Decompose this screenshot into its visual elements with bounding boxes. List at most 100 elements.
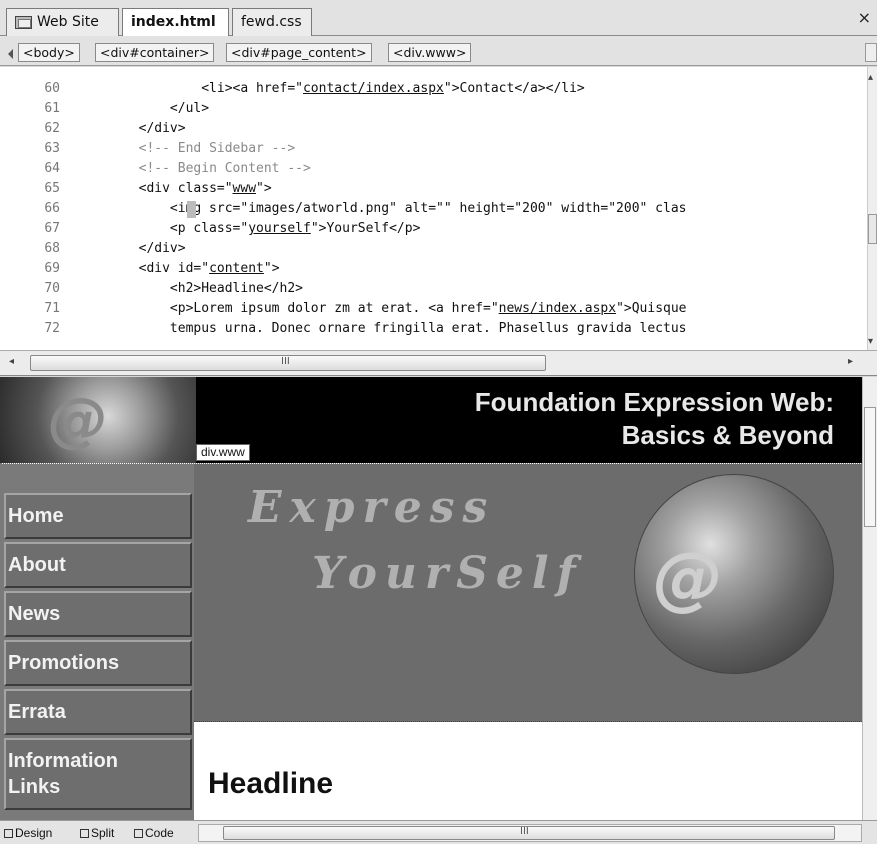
split-view-button[interactable]: Split: [80, 824, 114, 842]
site-title-line2: Basics & Beyond: [621, 420, 834, 450]
line-number: 66: [44, 201, 60, 216]
code-horizontal-scroll-thumb[interactable]: III: [30, 355, 546, 371]
www-banner[interactable]: Express YourSelf @: [194, 464, 862, 722]
code-text: <div id=": [138, 261, 210, 276]
grip-icon: III: [281, 356, 290, 367]
tab-web-site[interactable]: Web Site: [6, 8, 119, 36]
code-line[interactable]: <div class="www">: [76, 179, 272, 199]
code-attribute-value: contact/index.aspx: [302, 81, 444, 96]
atworld-image[interactable]: @: [634, 474, 834, 674]
tab-css-label: fewd.css: [241, 14, 302, 30]
content-headline[interactable]: Headline: [208, 767, 333, 801]
nav-item-news[interactable]: News: [4, 591, 192, 637]
code-text: ">: [263, 261, 280, 276]
banner-express-text: Express: [248, 482, 496, 533]
web-site-icon: [15, 16, 32, 29]
code-line[interactable]: <p>Lorem ipsum dolor zm at erat. <a href…: [76, 299, 687, 319]
view-switcher-bar: Design Split Code III: [0, 820, 877, 844]
tab-index-label: index.html: [131, 14, 216, 30]
site-title: Foundation Expression Web: Basics & Beyo…: [475, 386, 834, 452]
design-view[interactable]: @ Foundation Expression Web: Basics & Be…: [0, 377, 877, 820]
code-line[interactable]: <!-- End Sidebar -->: [76, 139, 296, 159]
code-text: ">YourSelf</p>: [310, 221, 421, 236]
design-vertical-scrollbar[interactable]: [862, 377, 877, 820]
tab-web-site-label: Web Site: [37, 14, 99, 30]
at-logo-icon: @: [48, 385, 108, 455]
code-line[interactable]: <p class="yourself">YourSelf</p>: [76, 219, 420, 239]
code-vertical-scroll-thumb[interactable]: [868, 214, 877, 244]
line-number: 61: [44, 101, 60, 116]
design-horizontal-scroll-thumb[interactable]: III: [223, 826, 835, 840]
scroll-right-button[interactable]: [865, 43, 877, 62]
code-text: </ul>: [169, 101, 210, 116]
crumb-body[interactable]: <body>: [18, 43, 80, 62]
design-icon: [4, 829, 13, 838]
code-line[interactable]: </ul>: [76, 99, 209, 119]
selected-element-tag[interactable]: div.www: [196, 444, 250, 461]
split-icon: [80, 829, 89, 838]
at-globe-icon: @: [653, 537, 723, 619]
editor-window: Web Site index.html fewd.css × <body> <d…: [0, 0, 877, 844]
crumb-page-content[interactable]: <div#page_content>: [226, 43, 372, 62]
code-view-button[interactable]: Code: [134, 824, 174, 842]
code-text: ">Contact</a></li>: [443, 81, 585, 96]
code-text: <h2>Headline</h2>: [169, 281, 303, 296]
code-vertical-scrollbar[interactable]: [867, 67, 877, 350]
crumb-div-www[interactable]: <div.www>: [388, 43, 472, 62]
tab-index-html[interactable]: index.html: [122, 8, 229, 37]
scroll-down-icon[interactable]: ▾: [868, 336, 873, 347]
scroll-left-arrow-icon[interactable]: [8, 49, 13, 59]
scroll-right-icon[interactable]: ▸: [848, 356, 853, 367]
line-number: 72: [44, 321, 60, 336]
scroll-up-icon[interactable]: ▴: [868, 72, 873, 83]
close-icon[interactable]: ×: [858, 8, 871, 27]
code-text: tempus urna. Donec ornare fringilla erat…: [169, 321, 687, 336]
design-horizontal-scrollbar[interactable]: III: [198, 824, 862, 842]
code-text: <img src="images/atworld.png" alt="" hei…: [169, 201, 687, 216]
code-line[interactable]: <div id="content">: [76, 259, 280, 279]
code-line[interactable]: <img src="images/atworld.png" alt="" hei…: [76, 199, 687, 219]
header-logo: @: [0, 377, 196, 463]
site-title-line1: Foundation Expression Web:: [474, 387, 834, 417]
nav-item-promotions[interactable]: Promotions: [4, 640, 192, 686]
nav-item-about[interactable]: About: [4, 542, 192, 588]
document-tab-bar: Web Site index.html fewd.css ×: [0, 0, 877, 37]
scroll-left-icon[interactable]: ◂: [9, 356, 14, 367]
site-header: @ Foundation Expression Web: Basics & Be…: [0, 377, 862, 463]
code-view[interactable]: 60 61 62 63 64 65 66 67 68 69 70 71 72 <li><a href="…: [0, 67, 877, 350]
code-text: <li><a href=": [201, 81, 303, 96]
code-line[interactable]: <li><a href="contact/index.aspx">Contact…: [76, 79, 585, 99]
code-line[interactable]: tempus urna. Donec ornare fringilla erat…: [76, 319, 687, 339]
quick-tag-selector: <body> <div#container> <div#page_content…: [0, 36, 877, 66]
site-sidebar: Home About News Promotions Errata Information…: [0, 464, 194, 820]
nav-item-errata[interactable]: Errata: [4, 689, 192, 735]
code-line[interactable]: <h2>Headline</h2>: [76, 279, 303, 299]
code-line[interactable]: </div>: [76, 119, 186, 139]
code-comment: <!-- End Sidebar -->: [138, 141, 296, 156]
code-comment: <!-- Begin Content -->: [138, 161, 311, 176]
tab-fewd-css[interactable]: fewd.css: [232, 8, 312, 36]
design-label: Design: [15, 826, 53, 840]
code-text: <div class=": [138, 181, 233, 196]
design-view-button[interactable]: Design: [4, 824, 52, 842]
text-cursor: [187, 201, 196, 218]
line-number: 65: [44, 181, 60, 196]
crumb-container[interactable]: <div#container>: [95, 43, 215, 62]
nav-item-information-links[interactable]: Information Links: [4, 738, 192, 810]
code-text: <p>Lorem ipsum dolor zm at erat. <a href…: [169, 301, 499, 316]
design-vertical-scroll-thumb[interactable]: [864, 407, 876, 527]
grip-icon: III: [520, 826, 529, 837]
code-line[interactable]: </div>: [76, 239, 186, 259]
line-number: 63: [44, 141, 60, 156]
code-attribute-value: www: [232, 181, 257, 196]
nav-item-home[interactable]: Home: [4, 493, 192, 539]
code-text: <p class=": [169, 221, 249, 236]
code-line[interactable]: <!-- Begin Content -->: [76, 159, 311, 179]
code-text: </div>: [138, 241, 186, 256]
